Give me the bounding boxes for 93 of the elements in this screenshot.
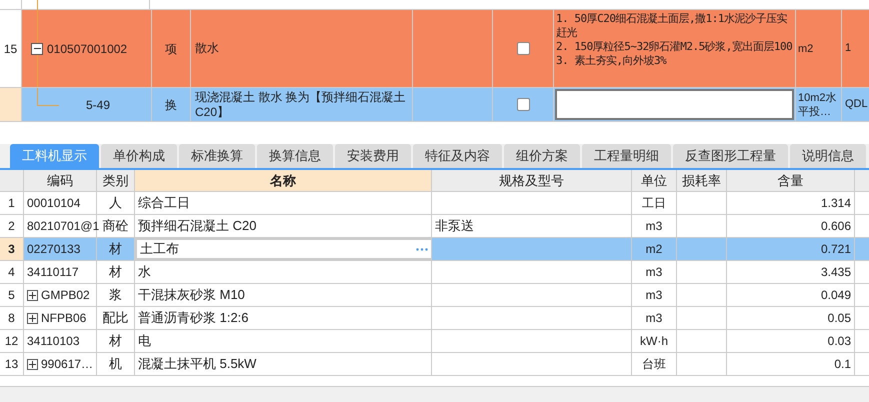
table-row[interactable]: 1 00010104 人 综合工日 工日 1.314 [0, 192, 869, 215]
item-code: 5-49 [86, 96, 110, 114]
tab[interactable]: 工程量明细 [582, 144, 671, 168]
table-cell-text: 0.721 [820, 241, 851, 258]
table-row[interactable]: 8 NFPB06 配比 普通沥青砂浆 1:2:6 m3 0.05 [0, 307, 869, 330]
checkbox[interactable] [516, 42, 530, 55]
row-number: 13 [4, 356, 18, 373]
table-cell-text: 干混抹灰砂浆 M10 [138, 286, 245, 304]
table-cell-text: 34110117 [27, 264, 79, 281]
column-header[interactable]: 规格及型号 [432, 170, 632, 191]
column-header[interactable]: 单位 [632, 170, 677, 191]
expand-toggle[interactable] [27, 358, 38, 370]
row-number: 8 [8, 310, 15, 327]
tab[interactable]: 反查图形工程量 [673, 144, 788, 168]
row-number: 15 [4, 40, 18, 58]
table-cell-text: 3.435 [820, 264, 851, 281]
table-row[interactable]: 12 34110103 材 电 kW·h 0.03 [0, 330, 869, 353]
expand-toggle[interactable] [27, 290, 38, 300]
table-row[interactable]: 2 80210701@1 商砼 预拌细石混凝土 C20 非泵送 m3 0.606 [0, 215, 869, 238]
table-cell-text: 0.606 [820, 218, 851, 235]
table-row[interactable]: 15 010507001002 项 散水 1. 50厚C20细石混凝土面层,撒1:1水泥沙子压实赶光 2. 150厚粒径5~32卵石灌M2.5砂浆,宽出面层100 3. 素土夯实,向外坡3% m2 1 [0, 10, 869, 88]
table-cell-text: 工日 [642, 195, 666, 212]
tab[interactable]: 说明信息 [790, 144, 866, 168]
tab[interactable]: 标准换算 [179, 144, 255, 168]
row-number: 2 [8, 218, 15, 235]
table-cell-text: m3 [646, 287, 662, 304]
table-cell-text: 混凝土抹平机 5.5kW [138, 355, 256, 374]
table-cell-text: NFPB06 [41, 310, 86, 327]
item-name: 现浇混凝土 散水 换为【预拌细石混凝土 C20】 [195, 90, 407, 120]
table-cell-text: 土工布 [140, 240, 179, 258]
table-cell-text: 80210701@1 [27, 218, 100, 235]
table-cell-text: 1.314 [820, 195, 851, 212]
more-icon[interactable] [416, 248, 428, 250]
column-header[interactable]: 编码 [24, 170, 97, 191]
item-code: 010507001002 [47, 40, 128, 58]
table-cell-text: 非泵送 [435, 217, 474, 236]
table-cell-text: 0.1 [834, 356, 851, 373]
quantity: 1 [845, 41, 852, 56]
table-cell-text: 0.03 [828, 333, 851, 350]
table-cell-text: 材 [109, 332, 122, 350]
table-cell-text: m3 [646, 264, 662, 281]
table-cell-text: 浆 [109, 286, 122, 304]
item-name: 散水 [195, 41, 219, 56]
table-cell-text: 990617… [41, 356, 94, 373]
item-type: 项 [165, 40, 177, 58]
table-row[interactable]: 4 34110117 材 水 m3 3.435 [0, 261, 869, 284]
row-number: 5 [8, 287, 15, 304]
table-cell-text: 商砼 [102, 217, 128, 236]
table-cell-text: m3 [646, 310, 662, 327]
row-number: 12 [4, 333, 18, 350]
table-row[interactable]: 5 GMPB02 浆 干混抹灰砂浆 M10 m3 0.049 [0, 284, 869, 307]
table-cell-text: 普通沥青砂浆 1:2:6 [138, 309, 249, 328]
tab[interactable]: 组价方案 [504, 144, 580, 168]
table-cell-text: 材 [109, 263, 122, 282]
unit: 10m2水平投… [798, 90, 838, 118]
table-cell-text: m3 [646, 218, 662, 235]
table-cell-text: 电 [138, 332, 151, 350]
tab[interactable]: 安装费用 [335, 144, 411, 168]
table-cell-text: 水 [138, 263, 151, 282]
table-cell-text: kW·h [640, 333, 668, 350]
table-cell-text: 综合工日 [138, 194, 190, 212]
collapse-toggle[interactable] [31, 42, 43, 54]
table-cell-text: 34110103 [27, 333, 80, 350]
tab[interactable]: 特征及内容 [413, 144, 502, 168]
table-cell-text: GMPB02 [41, 287, 90, 304]
column-header[interactable]: 含量 [727, 170, 855, 191]
table-cell-text: 00010104 [27, 195, 80, 212]
table-cell-text: 0.049 [820, 287, 851, 304]
column-header[interactable]: 名称 [135, 170, 432, 191]
table-cell-text: 预拌细石混凝土 C20 [138, 217, 256, 236]
input-field[interactable] [555, 89, 794, 120]
table-cell-text: 0.05 [828, 310, 851, 327]
item-description: 1. 50厚C20细石混凝土面层,撒1:1水泥沙子压实赶光 2. 150厚粒径5~32卵石灌M2.5砂浆,宽出面层100 3. 素土夯实,向外坡3% [555, 11, 794, 69]
row-number: 1 [8, 195, 15, 212]
row-number: 3 [8, 241, 15, 258]
table-cell-text: 人 [109, 194, 122, 212]
table-row[interactable]: 3 02270133 材 土工布 m2 0.721 [0, 238, 869, 261]
checkbox[interactable] [516, 98, 530, 111]
column-header[interactable]: 损耗率 [677, 170, 727, 191]
table-cell-text: 配比 [102, 309, 128, 328]
table-cell-text: 台班 [642, 356, 666, 373]
row-number: 4 [8, 264, 15, 281]
unit: m2 [798, 42, 814, 56]
table-cell-text: m2 [646, 241, 662, 258]
item-type: 换 [165, 96, 177, 114]
tab[interactable]: 换算信息 [257, 144, 333, 168]
expand-toggle[interactable] [27, 312, 38, 324]
table-row[interactable]: 13 990617… 机 混凝土抹平机 5.5kW 台班 0.1 [0, 353, 869, 376]
tab[interactable]: 单价构成 [101, 144, 177, 168]
table-cell-text: 02270133 [27, 241, 80, 258]
quantity: QDL [845, 97, 868, 112]
table-cell-text: 材 [109, 240, 122, 258]
table-cell-text: 机 [109, 355, 122, 374]
